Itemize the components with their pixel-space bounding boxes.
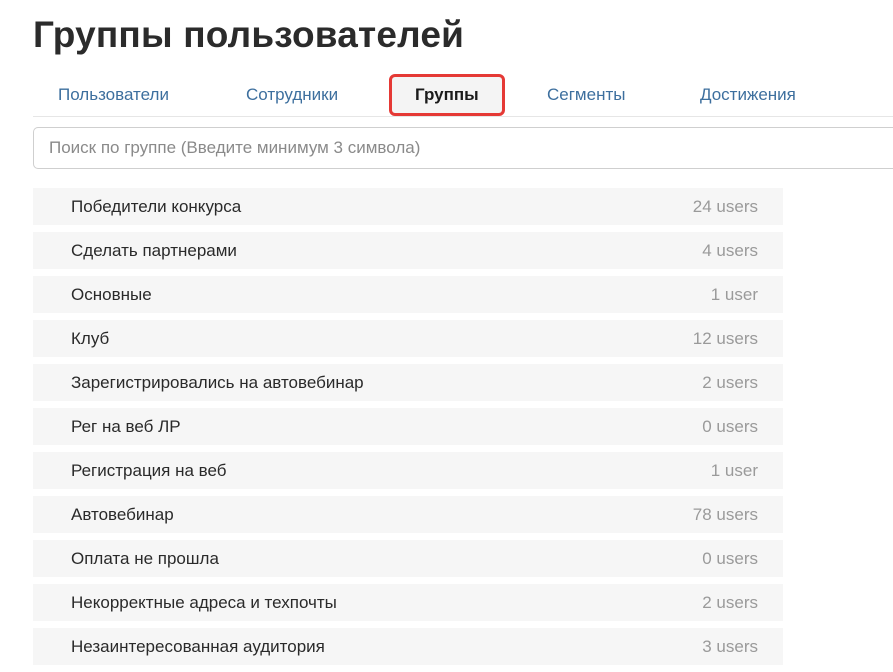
- group-name: Клуб: [71, 329, 110, 348]
- group-user-count: 2 users: [702, 373, 758, 392]
- tab-users[interactable]: Пользователи: [58, 74, 169, 116]
- group-row-autowebinar-registered[interactable]: Зарегистрировались на автовебинар 2 user…: [33, 364, 783, 401]
- group-row-reg-web-lr[interactable]: Рег на веб ЛР 0 users: [33, 408, 783, 445]
- group-user-count: 78 users: [692, 505, 758, 524]
- group-name: Победители конкурса: [71, 197, 242, 216]
- group-row-club[interactable]: Клуб 12 users: [33, 320, 783, 357]
- page: Группы пользователей Пользователи Сотруд…: [0, 0, 893, 672]
- group-name: Основные: [71, 285, 152, 304]
- group-name: Регистрация на веб: [71, 461, 227, 480]
- group-row-main[interactable]: Основные 1 user: [33, 276, 783, 313]
- group-list: Победители конкурса 24 users Сделать пар…: [33, 188, 783, 672]
- group-name: Сделать партнерами: [71, 241, 237, 260]
- group-row-web-registration[interactable]: Регистрация на веб 1 user: [33, 452, 783, 489]
- group-row-make-partners[interactable]: Сделать партнерами 4 users: [33, 232, 783, 269]
- group-user-count: 24 users: [692, 197, 758, 216]
- group-user-count: 0 users: [702, 549, 758, 568]
- group-name: Зарегистрировались на автовебинар: [71, 373, 364, 392]
- group-name: Некорректные адреса и техпочты: [71, 593, 337, 612]
- tab-segments[interactable]: Сегменты: [547, 74, 625, 116]
- group-user-count: 1 user: [710, 461, 758, 480]
- group-name: Рег на веб ЛР: [71, 417, 181, 436]
- group-row-autowebinar[interactable]: Автовебинар 78 users: [33, 496, 783, 533]
- page-title: Группы пользователей: [33, 14, 465, 55]
- group-name: Оплата не прошла: [71, 549, 219, 568]
- group-row-invalid-addresses[interactable]: Некорректные адреса и техпочты 2 users: [33, 584, 783, 621]
- group-row-uninterested-audience[interactable]: Незаинтересованная аудитория 3 users: [33, 628, 783, 665]
- group-user-count: 3 users: [702, 637, 758, 656]
- group-user-count: 1 user: [710, 285, 758, 304]
- tab-achievements[interactable]: Достижения: [700, 74, 796, 116]
- group-name: Автовебинар: [71, 505, 174, 524]
- group-name: Незаинтересованная аудитория: [71, 637, 325, 656]
- group-user-count: 2 users: [702, 593, 758, 612]
- group-search-input[interactable]: [33, 127, 893, 169]
- group-user-count: 4 users: [702, 241, 758, 260]
- tab-bar: Пользователи Сотрудники Группы Сегменты …: [33, 74, 893, 117]
- tab-employees[interactable]: Сотрудники: [246, 74, 338, 116]
- tab-groups[interactable]: Группы: [389, 74, 505, 116]
- group-user-count: 12 users: [692, 329, 758, 348]
- group-row-payment-failed[interactable]: Оплата не прошла 0 users: [33, 540, 783, 577]
- group-row-contest-winners[interactable]: Победители конкурса 24 users: [33, 188, 783, 225]
- group-user-count: 0 users: [702, 417, 758, 436]
